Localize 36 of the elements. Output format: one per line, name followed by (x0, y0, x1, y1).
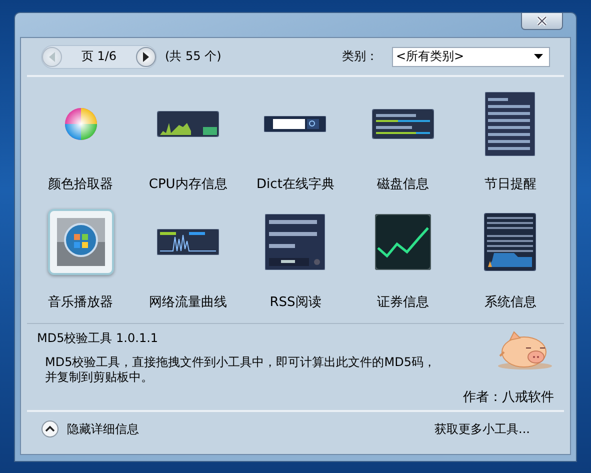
gadget-tile[interactable]: 系统信息 (456, 199, 564, 317)
net-graph-thumbnail-icon (157, 229, 220, 255)
close-icon (536, 16, 548, 26)
hide-details-button[interactable]: 隐藏详细信息 (41, 420, 139, 438)
gadget-tile[interactable]: 证券信息 (349, 199, 457, 317)
stock-chart-thumbnail-icon (374, 214, 431, 270)
right-arrow-icon (142, 52, 150, 62)
color-wheel-thumbnail-icon (64, 107, 98, 141)
gadget-count: (共 55 个) (165, 48, 222, 65)
next-page-button[interactable] (136, 46, 156, 66)
left-arrow-icon (48, 52, 56, 62)
rss-list-thumbnail-icon (265, 214, 326, 270)
gadget-tile[interactable]: 颜色拾取器 (27, 81, 134, 199)
gadget-tile[interactable]: 网络流量曲线 (134, 199, 242, 317)
gadget-tile[interactable]: 节日提醒 (456, 81, 564, 199)
cpu-graph-thumbnail-icon (157, 111, 220, 137)
get-more-gadgets-link[interactable]: 获取更多小工具... (434, 420, 530, 438)
gadget-tile[interactable]: 音乐播放器 (27, 199, 134, 317)
page-number: 页 1/6 (80, 48, 118, 65)
category-dropdown[interactable]: <所有类别> (392, 46, 550, 66)
gadget-tile[interactable]: Dict在线字典 (242, 81, 350, 199)
gadget-tile[interactable]: 磁盘信息 (349, 81, 457, 199)
dict-search-thumbnail-icon (264, 116, 326, 132)
dropdown-caret-icon (534, 54, 543, 59)
author-name: 作者：八戒软件 (463, 389, 554, 406)
gadget-description: MD5校验工具，直接拖拽文件到小工具中，即可计算出此文件的MD5码，并复制到剪贴板中。 (44, 355, 436, 385)
system-info-thumbnail-icon (484, 213, 536, 271)
pig-icon (496, 330, 554, 370)
collapse-icon (41, 420, 59, 438)
gadget-tile[interactable]: RSS阅读 (242, 199, 350, 317)
holiday-list-thumbnail-icon (485, 92, 536, 156)
disk-bars-thumbnail-icon (372, 109, 434, 139)
category-label: 类别： (342, 48, 378, 65)
close-button[interactable] (521, 13, 563, 30)
gadget-tile[interactable]: CPU内存信息 (134, 81, 242, 199)
gadget-title: MD5校验工具 1.0.1.1 (37, 330, 160, 347)
